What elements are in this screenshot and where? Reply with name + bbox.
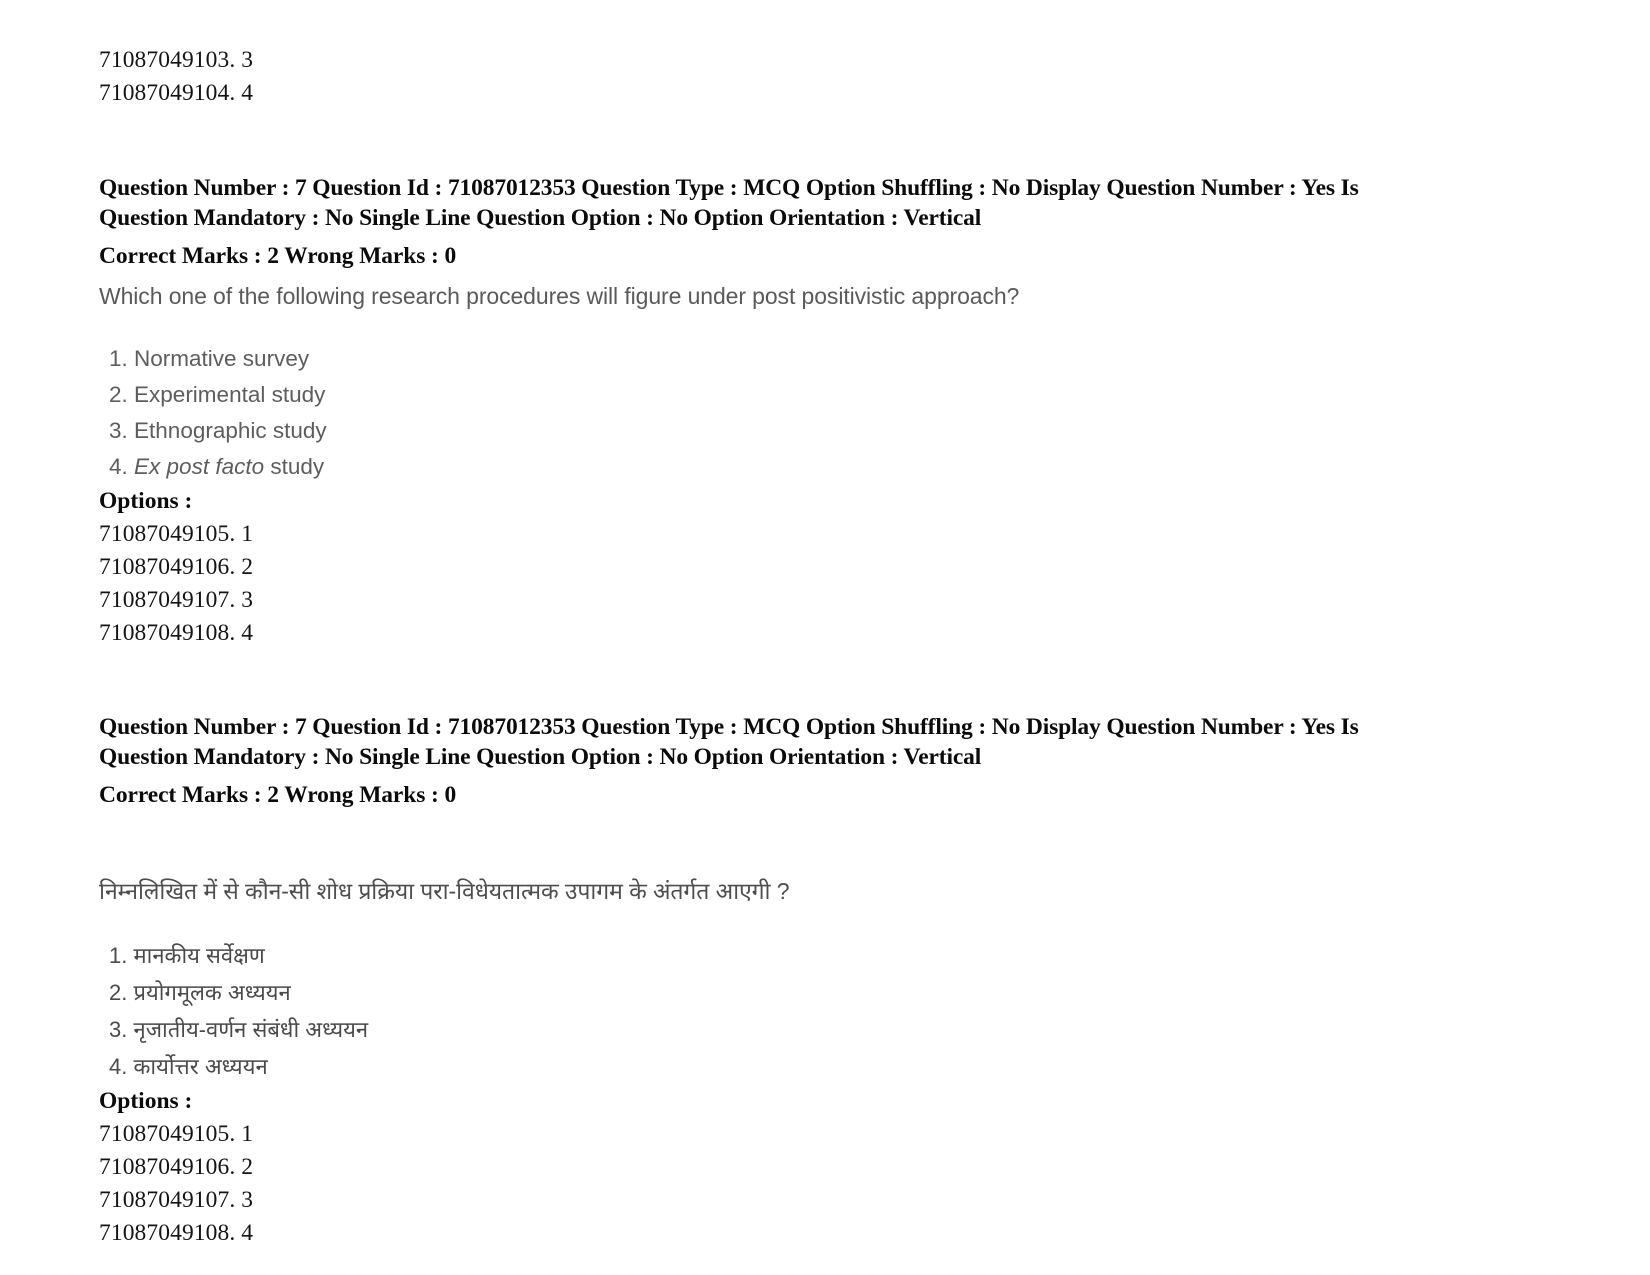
choice-item: 1. Normative survey <box>99 341 1559 377</box>
choice-list: 1. मानकीय सर्वेक्षण 2. प्रयोगमूलक अध्ययन… <box>99 937 1559 1085</box>
option-id-line: 71087049108. 4 <box>99 1220 254 1246</box>
choice-number: 1. <box>109 943 128 968</box>
question-text: निम्नलिखित में से कौन-सी शोध प्रक्रिया प… <box>99 878 790 904</box>
option-id-list: 71087049105. 1 71087049106. 2 7108704910… <box>99 1118 1559 1250</box>
question-meta-line-1: Question Number : 7 Question Id : 710870… <box>99 714 1359 740</box>
option-id-line: 71087049103. 3 <box>99 47 254 73</box>
option-id-line: 71087049107. 3 <box>99 587 254 613</box>
marks-line: Correct Marks : 2 Wrong Marks : 0 <box>99 243 457 269</box>
question-text: Which one of the following research proc… <box>99 283 1020 309</box>
question-meta-line-2: Question Mandatory : No Single Line Ques… <box>99 744 982 770</box>
choice-text: कार्योत्तर अध्ययन <box>133 1054 268 1079</box>
choice-number: 4. <box>109 454 128 479</box>
option-id-list: 71087049105. 1 71087049106. 2 7108704910… <box>99 518 1559 650</box>
choice-item: 3. नृजातीय-वर्णन संबंधी अध्ययन <box>99 1011 1559 1048</box>
continued-option-id-list: 71087049103. 3 71087049104. 4 <box>99 44 1559 110</box>
option-id-line: 71087049108. 4 <box>99 620 254 646</box>
marks-line: Correct Marks : 2 Wrong Marks : 0 <box>99 782 457 808</box>
document-page: 71087049103. 3 71087049104. 4 Question N… <box>0 0 1650 1275</box>
choice-text: Experimental study <box>134 382 326 407</box>
option-id-line: 71087049105. 1 <box>99 521 254 547</box>
choice-text: प्रयोगमूलक अध्ययन <box>133 980 291 1005</box>
choice-item: 1. मानकीय सर्वेक्षण <box>99 937 1559 974</box>
options-label: Options : <box>99 1088 193 1114</box>
choice-item: 4. Ex post facto study <box>99 449 1559 485</box>
question-meta-line-1: Question Number : 7 Question Id : 710870… <box>99 175 1359 201</box>
choice-text: study <box>264 454 325 479</box>
choice-number: 4. <box>109 1054 128 1079</box>
choice-text: नृजातीय-वर्णन संबंधी अध्ययन <box>133 1017 369 1042</box>
choice-item: 3. Ethnographic study <box>99 413 1559 449</box>
choice-text-italic: Ex post facto <box>134 454 265 479</box>
block-separator <box>99 650 1559 712</box>
option-id-line: 71087049105. 1 <box>99 1121 254 1147</box>
options-label: Options : <box>99 488 193 514</box>
question-block-hindi: Question Number : 7 Question Id : 710870… <box>99 712 1559 1250</box>
option-id-line: 71087049104. 4 <box>99 80 254 106</box>
option-id-line: 71087049106. 2 <box>99 1154 254 1180</box>
choice-text: Ethnographic study <box>134 418 327 443</box>
choice-item: 4. कार्योत्तर अध्ययन <box>99 1048 1559 1085</box>
choice-number: 3. <box>109 418 128 443</box>
option-id-line: 71087049106. 2 <box>99 554 254 580</box>
choice-number: 2. <box>109 980 128 1005</box>
choice-number: 1. <box>109 346 128 371</box>
choice-item: 2. Experimental study <box>99 377 1559 413</box>
choice-item: 2. प्रयोगमूलक अध्ययन <box>99 974 1559 1011</box>
choice-text: Normative survey <box>134 346 310 371</box>
option-id-line: 71087049107. 3 <box>99 1187 254 1213</box>
page-content: 71087049103. 3 71087049104. 4 Question N… <box>99 44 1559 1250</box>
question-meta-line-2: Question Mandatory : No Single Line Ques… <box>99 205 982 231</box>
choice-text: मानकीय सर्वेक्षण <box>133 943 265 968</box>
choice-list: 1. Normative survey 2. Experimental stud… <box>99 341 1559 485</box>
choice-number: 2. <box>109 382 128 407</box>
question-block-english: Question Number : 7 Question Id : 710870… <box>99 173 1559 650</box>
choice-number: 3. <box>109 1017 128 1042</box>
